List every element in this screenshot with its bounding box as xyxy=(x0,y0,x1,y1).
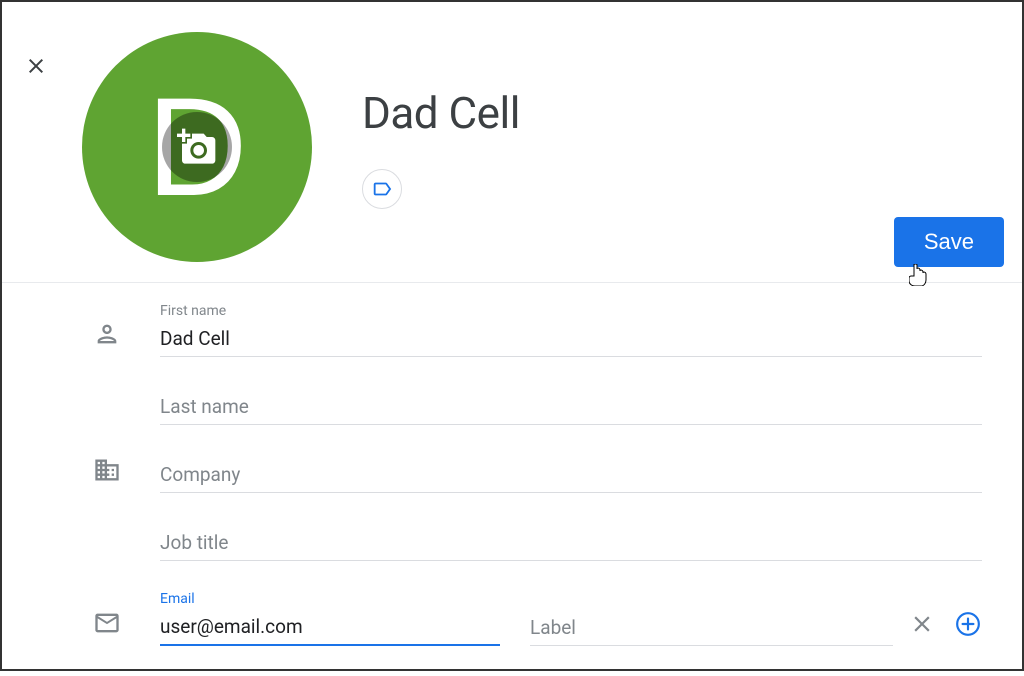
email-row: Email xyxy=(92,591,982,646)
person-icon xyxy=(92,319,122,349)
company-input[interactable] xyxy=(160,457,982,493)
contact-name: Dad Cell xyxy=(362,87,1002,139)
email-label: Email xyxy=(160,591,500,607)
company-field xyxy=(160,457,982,493)
clear-email-button[interactable] xyxy=(908,610,936,638)
job-title-input[interactable] xyxy=(160,525,982,561)
first-name-row: First name xyxy=(92,303,982,357)
last-name-input[interactable] xyxy=(160,389,982,425)
avatar-container: D xyxy=(82,32,312,262)
email-input[interactable] xyxy=(160,609,500,646)
email-label-field xyxy=(530,610,893,646)
title-area: Dad Cell xyxy=(312,32,1002,209)
camera-plus-icon xyxy=(177,127,217,167)
last-name-field xyxy=(160,389,982,425)
first-name-label: First name xyxy=(160,303,982,319)
email-field: Email xyxy=(160,591,500,646)
email-label-input[interactable] xyxy=(530,610,893,646)
first-name-input[interactable] xyxy=(160,321,982,357)
add-circle-icon xyxy=(955,611,981,637)
add-email-button[interactable] xyxy=(954,610,982,638)
form-section: First name Email xyxy=(2,283,1022,676)
header-section: D Dad Cell Save xyxy=(2,2,1022,282)
job-title-row xyxy=(92,523,982,561)
job-title-field xyxy=(160,525,982,561)
first-name-field: First name xyxy=(160,303,982,357)
company-icon xyxy=(92,455,122,485)
last-name-row xyxy=(92,387,982,425)
save-button[interactable]: Save xyxy=(894,217,1004,267)
company-row xyxy=(92,455,982,493)
label-icon xyxy=(371,178,393,200)
close-icon xyxy=(909,611,935,637)
add-photo-button[interactable] xyxy=(162,112,232,182)
add-label-button[interactable] xyxy=(362,169,402,209)
email-icon xyxy=(92,608,122,638)
email-actions xyxy=(908,610,982,638)
